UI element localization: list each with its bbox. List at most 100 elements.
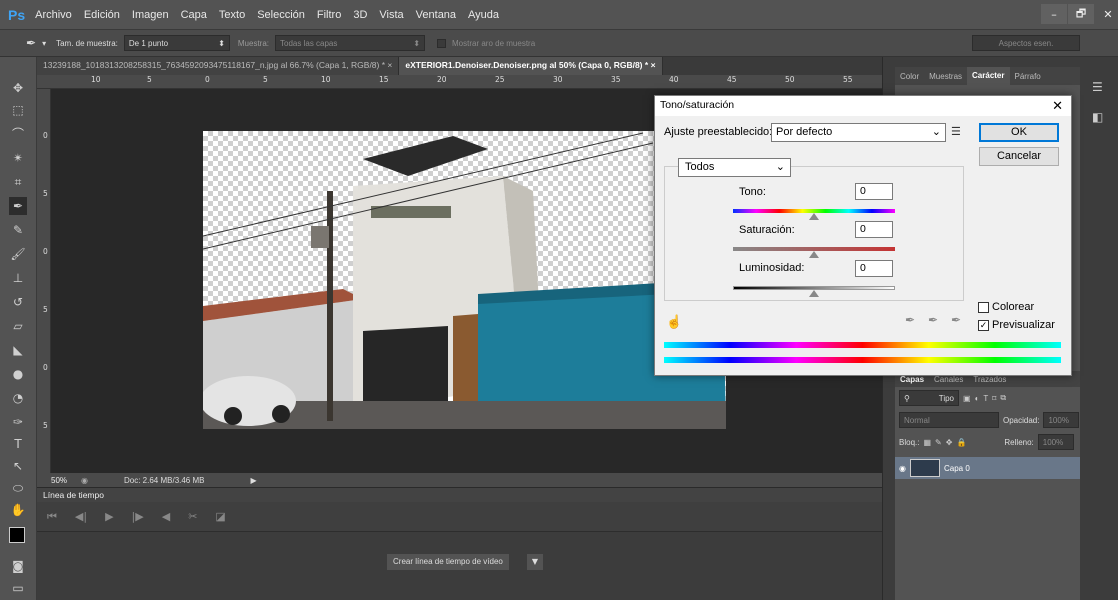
menu-vista[interactable]: Vista (379, 9, 403, 21)
eraser-tool-icon[interactable]: ▱ (9, 317, 27, 335)
timeline-options-dropdown-icon[interactable]: ▼ (527, 554, 543, 570)
menu-capa[interactable]: Capa (181, 9, 207, 21)
menu-3d[interactable]: 3D (353, 9, 367, 21)
minimize-button[interactable]: – (1041, 4, 1067, 24)
marquee-tool-icon[interactable]: ⬚ (9, 101, 27, 119)
tab-color[interactable]: Color (895, 72, 924, 81)
restore-button[interactable]: 🗗 (1068, 4, 1094, 24)
audio-icon[interactable]: ◀ (162, 510, 170, 523)
cancel-button[interactable]: Cancelar (979, 147, 1059, 166)
preset-options-icon[interactable]: ☰ (951, 125, 961, 138)
colorize-label: Colorear (992, 301, 1035, 313)
visibility-eye-icon[interactable]: ◉ (899, 464, 906, 473)
eyedropper-tool-icon[interactable]: ✒ (26, 36, 36, 50)
foreground-color-swatch[interactable] (9, 527, 25, 543)
status-menu-arrow-icon[interactable]: ▶ (250, 476, 256, 485)
menu-imagen[interactable]: Imagen (132, 9, 169, 21)
saturation-slider-thumb[interactable] (809, 251, 819, 258)
quick-mask-icon[interactable]: ◙ (9, 557, 27, 575)
ellipse-tool-icon[interactable]: ⬭ (9, 479, 27, 497)
lightness-slider-thumb[interactable] (809, 290, 819, 297)
menu-edicion[interactable]: Edición (84, 9, 120, 21)
move-tool-icon[interactable]: ✥ (9, 79, 27, 97)
play-icon[interactable]: ▶ (105, 510, 113, 523)
filter-adjustment-icon[interactable]: ◐ (975, 394, 980, 403)
close-window-button[interactable]: ✕ (1095, 4, 1118, 24)
close-tab-icon[interactable]: × (387, 60, 392, 70)
lock-all-icon[interactable]: 🔒 (956, 438, 966, 447)
filter-smart-object-icon[interactable]: ⧉ (1000, 393, 1006, 403)
eyedropper-tool-icon[interactable]: ✒ (9, 197, 27, 215)
menu-seleccion[interactable]: Selección (257, 9, 305, 21)
paint-bucket-tool-icon[interactable]: ◣ (9, 341, 27, 359)
preset-dropdown[interactable]: Por defecto ⌄ (771, 123, 946, 142)
eyedropper-icon[interactable]: ✒ (905, 313, 915, 327)
hue-input[interactable]: 0 (855, 183, 893, 200)
blur-tool-icon[interactable]: ● (9, 365, 27, 383)
menu-filtro[interactable]: Filtro (317, 9, 341, 21)
lightness-input[interactable]: 0 (855, 260, 893, 277)
lock-image-icon[interactable]: ✎ (935, 438, 942, 447)
blend-mode-dropdown[interactable]: Normal (899, 412, 999, 428)
ok-button[interactable]: OK (979, 123, 1059, 142)
first-frame-icon[interactable]: ⏮ (47, 510, 57, 524)
brush-tool-icon[interactable]: 🖌 (9, 245, 27, 263)
crop-tool-icon[interactable]: ⌗ (9, 173, 27, 191)
zoom-level[interactable]: 50% (51, 476, 67, 485)
opacity-input[interactable]: 100% (1043, 412, 1080, 428)
colorize-checkbox[interactable] (978, 302, 989, 313)
tab-caracter[interactable]: Carácter (967, 67, 1010, 85)
split-scissors-icon[interactable]: ✂ (188, 510, 197, 523)
previous-frame-icon[interactable]: ◀| (75, 510, 87, 523)
filter-pixel-icon[interactable]: ▣ (963, 394, 971, 403)
workspace-switcher[interactable]: Aspectos esen. (972, 35, 1080, 51)
sample-dropdown[interactable]: Todas las capas ⬍ (275, 35, 426, 51)
transition-icon[interactable]: ◪ (215, 510, 225, 523)
channel-dropdown[interactable]: Todos ⌄ (678, 158, 791, 177)
document-canvas[interactable] (203, 131, 726, 429)
show-ring-checkbox[interactable] (437, 38, 447, 48)
menu-ventana[interactable]: Ventana (416, 9, 456, 21)
history-brush-tool-icon[interactable]: ↺ (9, 293, 27, 311)
tab-document-2[interactable]: eXTERIOR1.Denoiser.Denoiser.png al 50% (… (399, 57, 663, 75)
tab-parrafo[interactable]: Párrafo (1010, 72, 1046, 81)
lasso-tool-icon[interactable]: ⌒ (9, 125, 27, 143)
saturation-input[interactable]: 0 (855, 221, 893, 238)
dialog-close-icon[interactable]: ✕ (1052, 98, 1063, 114)
lock-position-icon[interactable]: ✥ (946, 438, 953, 447)
hue-slider-thumb[interactable] (809, 213, 819, 220)
eyedropper-minus-icon[interactable]: ✒ (951, 313, 961, 327)
tool-preset-chevron-icon[interactable]: ▾ (42, 39, 46, 48)
layer-row[interactable]: ◉ Capa 0 (895, 457, 1080, 479)
healing-brush-tool-icon[interactable]: ✎ (9, 221, 27, 239)
tab-muestras[interactable]: Muestras (924, 72, 967, 81)
sample-size-dropdown[interactable]: De 1 punto ⬍ (123, 35, 230, 51)
filter-shape-icon[interactable]: ⌑ (992, 394, 996, 403)
tab-document-1[interactable]: 13239188_1018313208258315_76345920934751… (37, 57, 400, 75)
menu-ayuda[interactable]: Ayuda (468, 9, 499, 21)
preview-checkbox[interactable]: ✓ (978, 320, 989, 331)
path-selection-tool-icon[interactable]: ↖ (9, 457, 27, 475)
dodge-tool-icon[interactable]: ◔ (9, 389, 27, 407)
create-video-timeline-button[interactable]: Crear línea de tiempo de vídeo (387, 554, 509, 570)
layer-name[interactable]: Capa 0 (944, 464, 970, 473)
close-tab-icon[interactable]: × (651, 60, 656, 70)
hand-tool-icon[interactable]: ✋ (9, 501, 27, 519)
fill-input[interactable]: 100% (1037, 434, 1074, 450)
screen-mode-icon[interactable]: ▭ (9, 579, 27, 597)
clone-stamp-tool-icon[interactable]: ⊥ (9, 269, 27, 287)
eyedropper-plus-icon[interactable]: ✒ (928, 313, 938, 327)
layer-filter-dropdown[interactable]: ⚲ Tipo (899, 390, 959, 406)
filter-type-icon[interactable]: T (983, 394, 988, 403)
pen-tool-icon[interactable]: ✑ (9, 413, 27, 431)
properties-icon[interactable]: ☰ (1092, 80, 1112, 100)
next-frame-icon[interactable]: |▶ (132, 510, 144, 523)
type-tool-icon[interactable]: T (9, 435, 27, 453)
magic-wand-tool-icon[interactable]: ✴ (9, 149, 27, 167)
status-info-icon[interactable]: ◉ (81, 476, 88, 485)
targeted-adjustment-hand-icon[interactable]: ☝ (666, 314, 682, 330)
menu-archivo[interactable]: Archivo (35, 9, 72, 21)
lock-transparent-icon[interactable]: ▦ (923, 438, 931, 447)
menu-texto[interactable]: Texto (219, 9, 245, 21)
adjustments-icon[interactable]: ◧ (1092, 110, 1112, 130)
